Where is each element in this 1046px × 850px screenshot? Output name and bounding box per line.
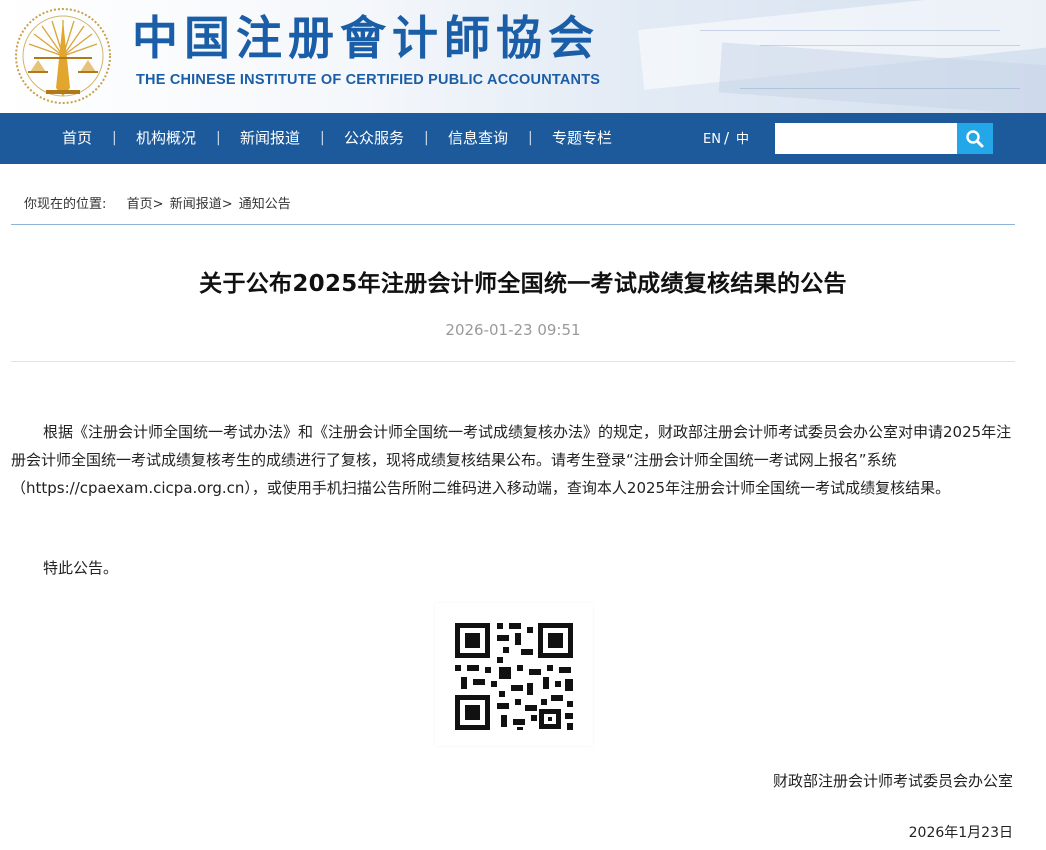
- article-closing: 特此公告。: [43, 559, 119, 577]
- banner-decoration: [740, 88, 1020, 89]
- nav-separator: |: [216, 130, 221, 146]
- nav-item-about[interactable]: 机构概况: [136, 113, 196, 164]
- breadcrumb-home[interactable]: 首页>: [127, 197, 164, 212]
- breadcrumb-notices[interactable]: 通知公告: [239, 197, 291, 212]
- breadcrumb: 你现在的位置: 首页> 新闻报道> 通知公告: [24, 193, 293, 212]
- site-title-cn: 中国注册會计師協会: [132, 11, 600, 65]
- lang-cn-link[interactable]: 中: [736, 113, 749, 164]
- nav-separator: |: [320, 130, 325, 146]
- qr-code-icon: [435, 603, 593, 746]
- signature-org: 财政部注册会计师考试委员会办公室: [772, 772, 1013, 790]
- divider: [11, 361, 1015, 362]
- banner-decoration: [718, 42, 1046, 113]
- lang-separator: /: [724, 129, 730, 147]
- scales-emblem-icon[interactable]: [12, 6, 114, 106]
- search-icon: [966, 129, 984, 147]
- nav-item-services[interactable]: 公众服务: [344, 113, 404, 164]
- divider: [11, 224, 1015, 225]
- nav-separator: |: [424, 130, 429, 146]
- nav-item-topics[interactable]: 专题专栏: [552, 113, 612, 164]
- banner-decoration: [700, 30, 1000, 31]
- nav-item-news[interactable]: 新闻报道: [240, 113, 300, 164]
- breadcrumb-prefix: 你现在的位置:: [24, 197, 107, 212]
- search-input[interactable]: [775, 123, 957, 154]
- signature-date: 2026年1月23日: [908, 825, 1013, 841]
- article-date: 2026-01-23 09:51: [445, 321, 581, 339]
- nav-item-home[interactable]: 首页: [62, 113, 92, 164]
- article-title: 关于公布2025年注册会计师全国统一考试成绩复核结果的公告: [199, 271, 847, 297]
- article-paragraph: 根据《注册会计师全国统一考试办法》和《注册会计师全国统一考试成绩复核办法》的规定…: [11, 423, 1012, 497]
- banner-decoration: [760, 45, 1020, 46]
- nav-separator: |: [528, 130, 533, 146]
- site-title-en: THE CHINESE INSTITUTE OF CERTIFIED PUBLI…: [136, 72, 601, 88]
- breadcrumb-news[interactable]: 新闻报道>: [170, 197, 233, 212]
- nav-item-inquiry[interactable]: 信息查询: [448, 113, 508, 164]
- search-button[interactable]: [957, 123, 993, 154]
- header-banner: 中国注册會计師協会 THE CHINESE INSTITUTE OF CERTI…: [0, 0, 1046, 113]
- lang-en-link[interactable]: EN: [703, 113, 721, 164]
- nav-separator: |: [112, 130, 117, 146]
